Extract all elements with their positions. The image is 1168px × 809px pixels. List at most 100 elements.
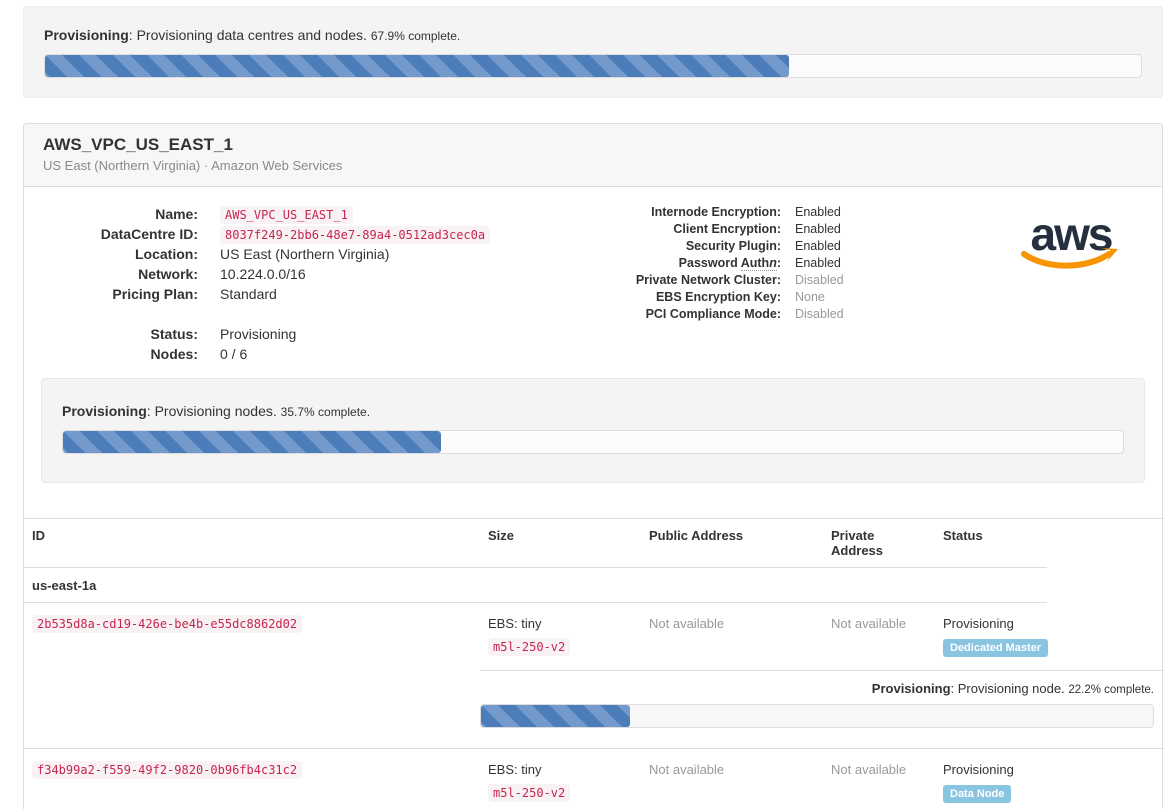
panel-progress-bar — [63, 431, 441, 453]
detail-value: US East (Northern Virginia) — [220, 244, 389, 264]
node-progress-spacer — [24, 671, 480, 748]
detail-value: None — [795, 289, 825, 306]
node-status-text: Provisioning — [943, 762, 1039, 777]
detail-row-client-encryption: Client Encryption: Enabled — [633, 221, 943, 238]
node-progress-text: Provisioning: Provisioning node. 22.2% c… — [480, 681, 1154, 696]
detail-value: Enabled — [795, 221, 841, 238]
detail-row-password-authn: Password Authn: Enabled — [633, 255, 943, 272]
details-right: Internode Encryption: Enabled Client Enc… — [633, 204, 943, 364]
detail-value: 8037f249-2bb6-48e7-89a4-0512ad3cec0a — [220, 224, 490, 244]
detail-label: Name: — [43, 204, 198, 224]
node-provisioning-panel: Provisioning: Provisioning nodes. 35.7% … — [41, 378, 1145, 483]
detail-value: Disabled — [795, 272, 844, 289]
node-row-right: EBS: tiny m5l-250-v2 Not available Not a… — [480, 603, 1164, 671]
detail-value: 0 / 6 — [220, 344, 247, 364]
node-status-text: Provisioning — [943, 616, 1039, 631]
node-row: 2b535d8a-cd19-426e-be4b-e55dc8862d02 EBS… — [24, 603, 1164, 671]
detail-value: Enabled — [795, 238, 841, 255]
detail-row-ebs-encryption-key: EBS Encryption Key: None — [633, 289, 943, 306]
detail-row-status: Status: Provisioning — [43, 324, 513, 344]
detail-value: Standard — [220, 284, 277, 304]
column-header-public-address: Public Address — [641, 519, 823, 568]
panel-progress-text: Provisioning: Provisioning nodes. 35.7% … — [62, 403, 1124, 419]
node-id-cell: 2b535d8a-cd19-426e-be4b-e55dc8862d02 — [24, 603, 480, 671]
node-progress-row: Provisioning: Provisioning node. 22.2% c… — [24, 671, 1164, 749]
detail-value: Disabled — [795, 306, 844, 323]
panel-progress-message: : Provisioning nodes. — [147, 403, 281, 419]
cluster-card: AWS_VPC_US_EAST_1 US East (Northern Virg… — [23, 123, 1163, 809]
node-public-address: Not available — [641, 749, 823, 809]
node-id-chip: f34b99a2-f559-49f2-9820-0b96fb4c31c2 — [32, 761, 302, 779]
cluster-title: AWS_VPC_US_EAST_1 — [43, 135, 1143, 155]
column-header-id: ID — [24, 519, 480, 568]
detail-label: Status: — [43, 324, 198, 344]
provisioning-banner-title: Provisioning — [44, 27, 129, 43]
provisioning-banner: Provisioning: Provisioning data centres … — [23, 6, 1163, 98]
provisioning-banner-text: Provisioning: Provisioning data centres … — [44, 27, 1142, 43]
cluster-subtitle: US East (Northern Virginia) · Amazon Web… — [43, 158, 1143, 173]
cluster-progress-track — [44, 54, 1142, 78]
detail-value: Provisioning — [220, 324, 296, 344]
rack-group-row: us-east-1a — [24, 568, 1164, 603]
datacentre-id-chip: 8037f249-2bb6-48e7-89a4-0512ad3cec0a — [220, 226, 490, 244]
detail-label: Private Network Cluster: — [633, 272, 781, 289]
detail-label: DataCentre ID: — [43, 224, 198, 244]
node-public-address: Not available — [641, 603, 823, 670]
detail-label: Location: — [43, 244, 198, 264]
node-row-right: EBS: tiny m5l-250-v2 Not available Not a… — [480, 749, 1164, 809]
node-size-type: EBS: tiny — [488, 616, 633, 631]
rack-group-label: us-east-1a — [24, 568, 1047, 603]
detail-label: Client Encryption: — [633, 221, 781, 238]
detail-label: Security Plugin: — [633, 238, 781, 255]
node-progress-message: : Provisioning node. — [951, 681, 1069, 696]
node-filler-cell — [1047, 603, 1164, 670]
details-gap — [43, 304, 513, 324]
node-size-code-chip: m5l-250-v2 — [488, 638, 570, 656]
node-size-code-chip: m5l-250-v2 — [488, 784, 570, 802]
detail-row-nodes: Nodes: 0 / 6 — [43, 344, 513, 364]
column-header-filler — [1047, 519, 1164, 568]
detail-value: Enabled — [795, 255, 841, 272]
column-header-status: Status — [935, 519, 1047, 568]
node-filler-cell — [1047, 749, 1164, 809]
node-private-address: Not available — [823, 749, 935, 809]
provisioning-banner-message: : Provisioning data centres and nodes. — [129, 27, 371, 43]
authn-abbr-italic: n — [769, 256, 777, 270]
panel-progress-title: Provisioning — [62, 403, 147, 419]
provisioning-banner-percent: 67.9% complete. — [371, 29, 460, 43]
aws-logo-icon: aws — [1017, 208, 1125, 274]
detail-label: Password Authn: — [633, 255, 781, 272]
node-progress-area: Provisioning: Provisioning node. 22.2% c… — [480, 671, 1164, 748]
password-authn-prefix: Password — [679, 256, 741, 270]
node-id-cell: f34b99a2-f559-49f2-9820-0b96fb4c31c2 — [24, 749, 480, 809]
password-authn-colon: : — [777, 256, 781, 270]
detail-row-datacentre-id: DataCentre ID: 8037f249-2bb6-48e7-89a4-0… — [43, 224, 513, 244]
node-size-cell: EBS: tiny m5l-250-v2 — [480, 603, 641, 670]
table-header: ID Size Public Address Private Address S… — [24, 518, 1164, 568]
node-status-cell: Provisioning Dedicated Master — [935, 603, 1047, 670]
node-private-address: Not available — [823, 603, 935, 670]
nodes-table: ID Size Public Address Private Address S… — [24, 518, 1164, 809]
cluster-progress-bar — [45, 55, 789, 77]
cluster-name-chip: AWS_VPC_US_EAST_1 — [220, 206, 353, 224]
panel-progress-percent: 35.7% complete. — [281, 405, 370, 419]
aws-logo-text: aws — [1031, 208, 1112, 260]
detail-value: Enabled — [795, 204, 841, 221]
details-section: Name: AWS_VPC_US_EAST_1 DataCentre ID: 8… — [24, 187, 1162, 364]
node-status-cell: Provisioning Data Node — [935, 749, 1047, 809]
node-role-badge: Dedicated Master — [943, 639, 1048, 657]
node-role-badge: Data Node — [943, 785, 1011, 803]
node-progress-title: Provisioning — [872, 681, 951, 696]
node-size-cell: EBS: tiny m5l-250-v2 — [480, 749, 641, 809]
node-progress-bar — [481, 705, 630, 727]
detail-row-name: Name: AWS_VPC_US_EAST_1 — [43, 204, 513, 224]
column-header-private-address: Private Address — [823, 519, 935, 568]
detail-label: Internode Encryption: — [633, 204, 781, 221]
authn-abbreviation: Authn — [741, 256, 777, 271]
authn-abbr-text: Auth — [741, 256, 769, 270]
detail-value: 10.224.0.0/16 — [220, 264, 306, 284]
node-progress-percent: 22.2% complete. — [1068, 684, 1154, 696]
detail-label: Pricing Plan: — [43, 284, 198, 304]
page: Provisioning: Provisioning data centres … — [0, 0, 1168, 809]
detail-label: PCI Compliance Mode: — [633, 306, 781, 323]
